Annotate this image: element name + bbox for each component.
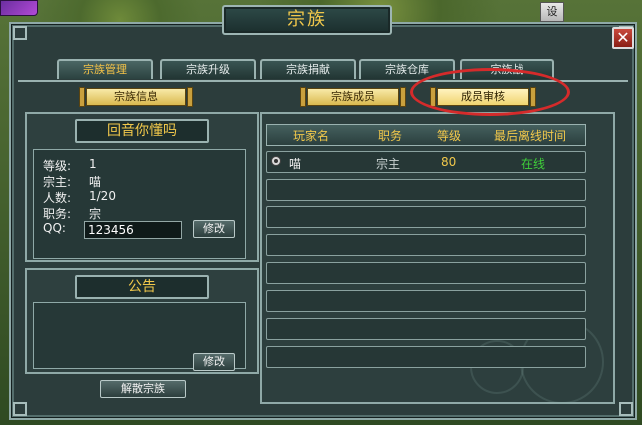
table-row[interactable] [266,290,586,312]
level-row: 等级: 1 [43,157,97,174]
table-row[interactable] [266,318,586,340]
member-name: 喵 [289,157,302,171]
disband-clan-button[interactable]: 解散宗族 [100,380,186,398]
table-row[interactable] [266,206,586,228]
tab-clan-donate[interactable]: 宗族捐献 [260,59,356,79]
corner-ornament-icon [619,402,633,416]
clan-name-label: 回音你懂吗 [75,119,209,143]
member-table-header: 玩家名 职务 等级 最后离线时间 [266,124,586,146]
highlight-annotation [410,68,570,116]
member-role: 宗主 [376,157,401,171]
edit-info-button[interactable]: 修改 [193,220,235,238]
edit-notice-button[interactable]: 修改 [193,353,235,371]
position-row: 职务: 宗主 [43,205,101,238]
notice-title: 公告 [75,275,209,299]
clan-members-button[interactable]: 宗族成员 [300,87,406,107]
row-select-radio[interactable] [271,156,281,166]
leader-row: 宗主: 喵 [43,173,101,190]
settings-button[interactable]: 设 [540,2,564,22]
window-title-bar: 宗族 [222,5,392,35]
table-row[interactable] [266,262,586,284]
leader-value: 喵 [89,175,102,189]
window-title: 宗族 [287,9,327,30]
column-level: 等级 [437,129,462,143]
table-row[interactable] [266,346,586,368]
tab-clan-upgrade[interactable]: 宗族升级 [160,59,256,79]
corner-ornament-icon [13,402,27,416]
qq-input[interactable]: 123456 [84,221,182,239]
member-level: 80 [441,155,457,169]
close-button[interactable]: ✕ [612,27,634,49]
level-label: 等级: [43,159,72,173]
column-last-offline: 最后离线时间 [494,129,567,143]
tab-clan-management[interactable]: 宗族管理 [57,59,153,79]
table-row[interactable] [266,234,586,256]
position-label: 职务: [43,207,72,221]
member-status: 在线 [521,157,546,171]
level-value: 1 [89,157,97,171]
leader-label: 宗主: [43,175,72,189]
member-count-label: 人数: [43,191,72,205]
column-player-name: 玩家名 [293,129,330,143]
qq-row: QQ: [43,221,66,235]
member-count-value: 1/20 [89,189,116,203]
member-count-row: 人数: 1/20 [43,189,116,206]
column-role: 职务 [378,129,403,143]
corner-ornament-icon [13,26,27,40]
qq-label: QQ: [43,221,66,235]
clan-info-button[interactable]: 宗族信息 [79,87,193,107]
table-row[interactable] [266,179,586,201]
inventory-item-icon[interactable] [0,0,38,16]
table-row[interactable]: 喵 宗主 80 在线 [266,151,586,173]
